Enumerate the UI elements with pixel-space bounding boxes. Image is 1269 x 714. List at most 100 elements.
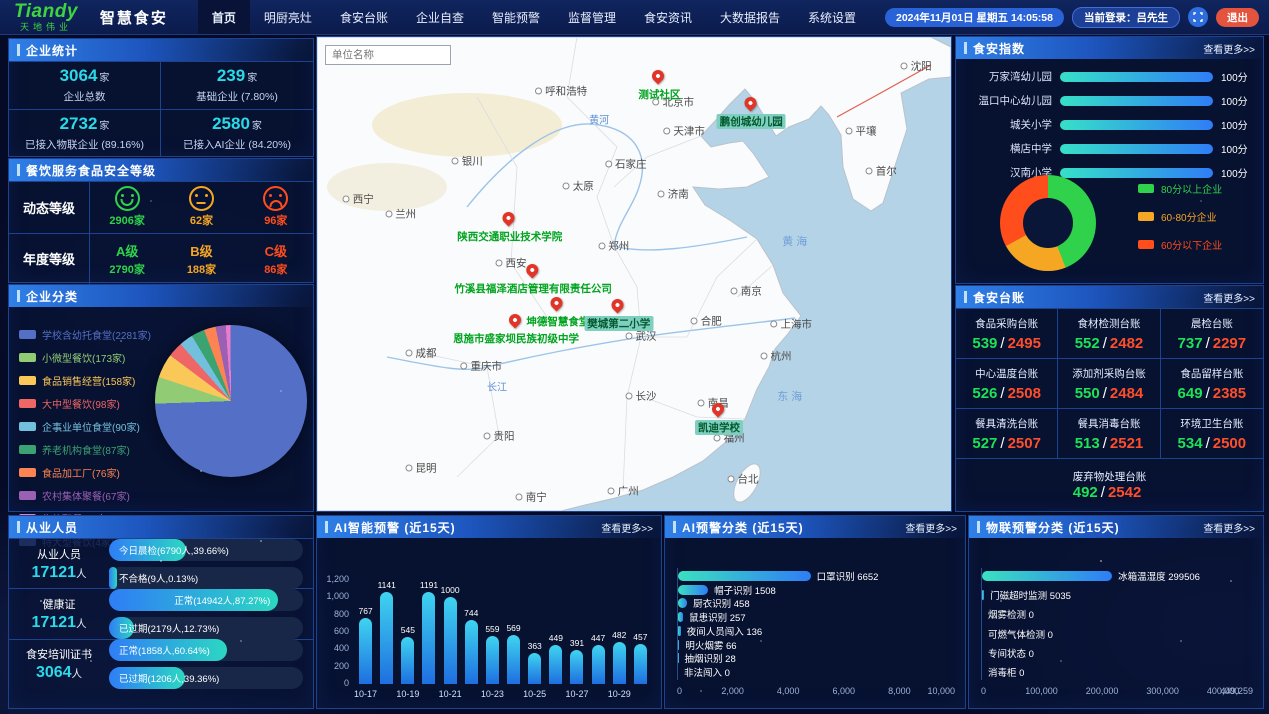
bar-column: 1000 10-21 (440, 580, 461, 684)
nav-item[interactable]: 食安台账 (326, 0, 402, 34)
bar (678, 612, 683, 622)
view-more-link[interactable]: 查看更多>> (1203, 520, 1255, 535)
bar-label: 明火烟雾 66 (685, 638, 736, 652)
bar (678, 626, 681, 636)
ledger-footer-cell: 废弃物处理台账 492/2542 (956, 458, 1263, 511)
view-more-link[interactable]: 查看更多>> (601, 520, 653, 535)
smile-face-icon (115, 186, 140, 211)
panel-title: 食安指数 (973, 40, 1025, 57)
nav-item[interactable]: 食安资讯 (630, 0, 706, 34)
index-score: 100分 (1221, 117, 1253, 132)
bar (678, 571, 811, 581)
bar-column: 449 (545, 580, 566, 684)
city-label: 成都 (405, 346, 436, 361)
nav-item[interactable]: 明厨亮灶 (250, 0, 326, 34)
city-label: 西宁 (343, 192, 374, 207)
view-more-link[interactable]: 查看更多>> (1203, 290, 1255, 305)
nav-item[interactable]: 大数据报告 (706, 0, 794, 34)
ledger-cell: 食材检测台账 552/2482 (1058, 308, 1160, 358)
bar-row: 口罩识别 6652 (678, 570, 955, 582)
nav-item[interactable]: 系统设置 (794, 0, 870, 34)
bar-row: 厨衣识别 458 (678, 597, 955, 609)
ledger-numbers: 552/2482 (1075, 335, 1144, 352)
header-accent (17, 44, 20, 56)
bar (528, 653, 541, 684)
map-search-input[interactable] (325, 45, 451, 65)
header-accent (17, 290, 20, 302)
map-marker[interactable]: 樊城第二小学 (584, 299, 653, 331)
city-label: 平壤 (845, 123, 876, 138)
nav-item[interactable]: 智能预警 (478, 0, 554, 34)
staff-groups: 从业人员 17121人 今日晨检(6790人,39.66%) 不合格(9人,0.… (9, 538, 313, 708)
view-more-link[interactable]: 查看更多>> (1203, 41, 1255, 56)
ledger-cell: 食品留样台账 649/2385 (1161, 358, 1263, 408)
x-axis-tick: 10,000 (927, 686, 955, 696)
sea-label: 黄海 (782, 233, 810, 249)
legend-label: 小微型餐饮(173家) (42, 350, 125, 365)
progress-text: 已过期(1206人,39.36%) (119, 667, 219, 689)
index-bar (1060, 120, 1213, 130)
city-label: 首尔 (866, 164, 897, 179)
progress-text: 正常(14942人,87.27%) (174, 589, 270, 611)
fullscreen-button[interactable] (1188, 7, 1208, 27)
progress-text: 已过期(2179人,12.73%) (119, 617, 219, 639)
y-axis-tick: 200 (319, 661, 349, 671)
map-marker[interactable]: 凯迪学校 (695, 403, 743, 435)
ai-warning-bar-chart: 02004006008001,0001,200767 10-171141 545… (317, 538, 661, 708)
annual-level-item: C级 86家 (239, 234, 313, 285)
bar-value: 457 (633, 632, 647, 642)
plot-area: 767 10-171141 545 10-191191 1000 10-2174… (355, 580, 651, 684)
staff-group-value: 3064人 (9, 664, 109, 682)
annual-level-item: B级 188家 (164, 234, 238, 285)
x-axis-label: 10-25 (523, 689, 546, 699)
city-dot (728, 475, 735, 482)
bar-label: 厨衣识别 458 (693, 596, 750, 610)
legend-label: 食品销售经营(158家) (42, 373, 135, 388)
donut-legend-item: 60-80分企业 (1138, 209, 1222, 224)
bar-row: 非法闯入 0 (678, 666, 955, 678)
bar-column: 559 10-23 (482, 580, 503, 684)
legend-item: 养老机构食堂(87家) (19, 442, 151, 457)
city-label: 呼和浩特 (535, 84, 587, 99)
level-count: 86家 (264, 261, 287, 277)
city-dot (483, 433, 490, 440)
ledger-numbers: 539/2495 (972, 335, 1041, 352)
stat-value: 2580家 (212, 114, 262, 134)
x-axis-tick: 0 (677, 686, 682, 696)
header-accent (673, 521, 676, 533)
app-title: 智慧食安 (100, 7, 168, 28)
city-dot (563, 182, 570, 189)
map-marker[interactable]: 测试社区 (638, 70, 680, 102)
map-marker[interactable]: 恩施市盛家坝民族初级中学 (453, 314, 579, 346)
ledger-cell: 添加剂采购台账 550/2484 (1058, 358, 1160, 408)
nav-item[interactable]: 企业自查 (402, 0, 478, 34)
nav-item[interactable]: 监督管理 (554, 0, 630, 34)
china-map[interactable]: 沈阳呼和浩特北京市天津市平壤首尔银川石家庄太原济南西宁兰州郑州西安南京合肥上海市… (316, 36, 952, 512)
bar-label: 抽烟识别 28 (685, 651, 736, 665)
legend-label: 学校含幼托食堂(2281家) (42, 327, 151, 342)
map-marker[interactable]: 鹏创城幼儿园 (717, 97, 786, 129)
view-more-link[interactable]: 查看更多>> (905, 520, 957, 535)
legend-swatch (19, 353, 36, 362)
legend-label: 80分以上企业 (1161, 181, 1222, 196)
bar-column: 447 (588, 580, 609, 684)
stat-label: 已接入AI企业 (84.20%) (183, 137, 291, 152)
logout-button[interactable]: 退出 (1216, 8, 1259, 27)
panel-safety-level: 餐饮服务食品安全等级 动态等级 2906家 62家 96家 年度等级 A级 27… (8, 158, 314, 283)
plot-area: 口罩识别 6652 帽子识别 1508 厨衣识别 458 鼠患识别 257 夜间… (677, 568, 955, 680)
brand-logo: Tiandy 天地伟业 (0, 2, 90, 32)
map-marker[interactable]: 陕西交通职业技术学院 (457, 212, 562, 244)
pin-icon (743, 97, 759, 113)
marker-label: 陕西交通职业技术学院 (457, 229, 562, 244)
staff-group-left: 健康证 17121人 (9, 596, 109, 632)
bar-value: 1000 (441, 585, 460, 595)
bar-column: 391 10-27 (566, 580, 587, 684)
ledger-cell: 中心温度台账 526/2508 (956, 358, 1058, 408)
bar-value: 1141 (378, 580, 396, 590)
index-bar-list: 万家湾幼儿园 100分温口中心幼儿园 100分城关小学 100分横店中学 100… (956, 59, 1263, 180)
nav-item[interactable]: 首页 (198, 0, 250, 34)
x-axis: 0100,000200,000300,000400,000449,259 (981, 686, 1253, 698)
marker-label: 竹溪县福泽酒店管理有限责任公司 (454, 281, 612, 296)
bar (380, 592, 393, 684)
map-marker[interactable]: 竹溪县福泽酒店管理有限责任公司 (454, 264, 612, 296)
